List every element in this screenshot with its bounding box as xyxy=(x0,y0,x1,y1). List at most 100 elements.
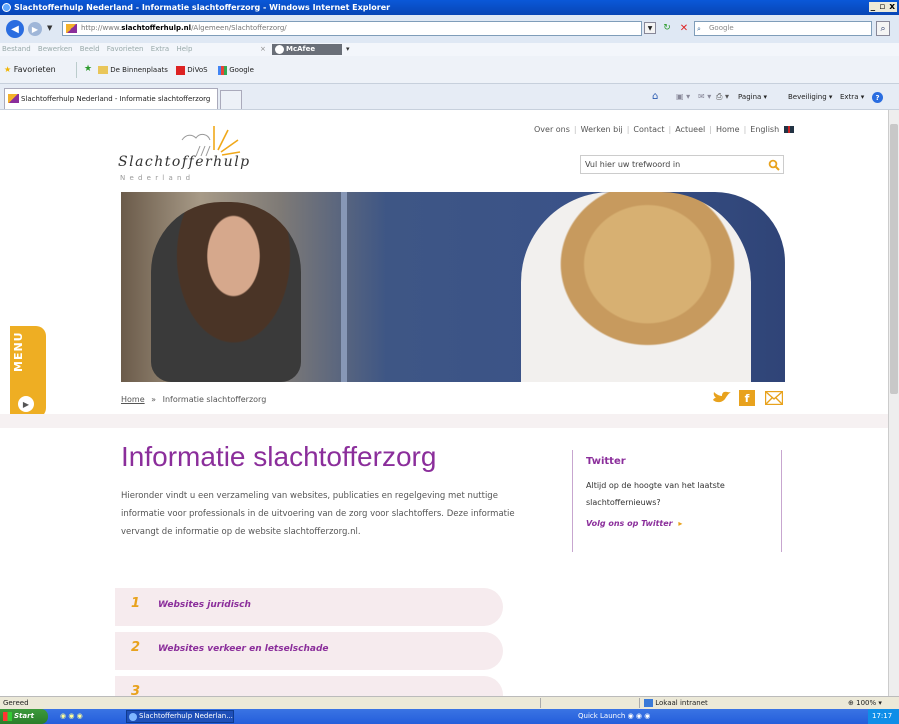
email-share-icon[interactable] xyxy=(765,391,783,405)
zoom-level: 100% xyxy=(856,699,877,707)
page-menu-label: Pagina xyxy=(738,93,762,101)
stop-icon[interactable]: ✕ xyxy=(678,22,690,34)
favorite-label: De Binnenplaats xyxy=(110,66,168,74)
tab-title: Slachtofferhulp Nederland - Informatie s… xyxy=(21,95,211,103)
new-tab-button[interactable] xyxy=(220,90,242,109)
favorite-label: Google xyxy=(229,66,254,74)
menu-item-beeld[interactable]: Beeld xyxy=(80,45,100,53)
browser-tab-active[interactable]: Slachtofferhulp Nederland - Informatie s… xyxy=(4,88,218,109)
url-domain: slachtofferhulp.nl xyxy=(121,24,192,32)
refresh-icon[interactable]: ↻ xyxy=(660,22,674,34)
zoom-control[interactable]: ⊕ 100% ▾ xyxy=(848,697,882,709)
add-favorite-icon[interactable]: ★ xyxy=(84,64,92,74)
nav-english[interactable]: English xyxy=(750,125,779,134)
nav-divider: | xyxy=(573,125,577,134)
taskbar-window-button[interactable]: Slachtofferhulp Nederlan... xyxy=(126,710,234,723)
ie-icon xyxy=(2,3,11,12)
feeds-icon[interactable]: ▣ ▾ xyxy=(676,92,690,101)
list-item-1[interactable]: 1 Websites juridisch xyxy=(115,588,503,626)
menu-bar: Bestand Bewerken Beeld Favorieten Extra … xyxy=(0,43,899,56)
address-input[interactable]: http://www.slachtofferhulp.nl/Algemeen/S… xyxy=(62,21,642,36)
site-logo[interactable]: Slachtofferhulp N e d e r l a n d xyxy=(118,120,258,184)
favorites-label: Favorieten xyxy=(13,65,56,74)
quick-launch-label: Quick Launch xyxy=(578,712,626,720)
browser-search-placeholder: Google xyxy=(709,24,734,32)
minimize-button[interactable]: _ xyxy=(868,2,878,12)
safety-menu[interactable]: Beveiliging ▾ xyxy=(788,93,832,101)
mcafee-dropdown-icon[interactable]: ▾ xyxy=(346,43,350,56)
page-scrollbar[interactable] xyxy=(888,110,899,696)
quicklaunch-icons[interactable]: ◉ ◉ ◉ xyxy=(60,709,83,724)
hero-image xyxy=(121,192,785,382)
page-viewport: Slachtofferhulp N e d e r l a n d Over o… xyxy=(0,110,888,696)
site-search-input[interactable]: Vul hier uw trefwoord in xyxy=(580,155,784,174)
breadcrumb-current: Informatie slachtofferzorg xyxy=(162,395,267,404)
security-zone: Lokaal intranet xyxy=(644,697,708,709)
history-dropdown-icon[interactable]: ▼ xyxy=(47,24,52,32)
menu-item-extra[interactable]: Extra xyxy=(151,45,169,53)
scrollbar-thumb[interactable] xyxy=(890,124,898,394)
quick-launch-toolbar[interactable]: Quick Launch ◉ ◉ ◉ xyxy=(578,709,650,724)
menu-item-help[interactable]: Help xyxy=(176,45,192,53)
menu-item-bewerken[interactable]: Bewerken xyxy=(38,45,73,53)
print-icon[interactable]: ⎙ ▾ xyxy=(716,92,729,102)
tools-menu-label: Extra xyxy=(840,93,859,101)
favorite-link-divos[interactable]: DiVoS xyxy=(176,64,208,76)
top-nav: Over ons | Werken bij | Contact | Actueel | Home… xyxy=(534,125,794,134)
search-engine-icon: ⌕ xyxy=(697,25,701,33)
favorite-link-binnenplaats[interactable]: De Binnenplaats xyxy=(98,64,168,76)
breadcrumb-home[interactable]: Home xyxy=(121,395,145,404)
close-toolbar-icon[interactable]: × xyxy=(260,43,266,56)
menu-tab-label: MENU xyxy=(12,331,25,372)
nav-werken-bij[interactable]: Werken bij xyxy=(581,125,623,134)
menu-side-tab[interactable]: MENU ▶ xyxy=(10,326,46,418)
back-button[interactable]: ◀ xyxy=(6,20,24,38)
favorite-link-google[interactable]: Google xyxy=(218,64,254,76)
close-button[interactable]: x xyxy=(887,2,897,12)
browser-search-input[interactable]: ⌕ Google xyxy=(694,21,872,36)
tab-bar: Slachtofferhulp Nederland - Informatie s… xyxy=(0,84,899,110)
twitter-box: Twitter Altijd op de hoogte van het laat… xyxy=(572,450,782,552)
tools-menu[interactable]: Extra ▾ xyxy=(840,93,864,101)
site-search-placeholder: Vul hier uw trefwoord in xyxy=(585,160,681,169)
nav-divider: | xyxy=(626,125,630,134)
address-dropdown-icon[interactable]: ▼ xyxy=(644,22,656,34)
mail-icon[interactable]: ✉ ▾ xyxy=(698,92,711,101)
list-item-3[interactable]: 3 xyxy=(115,676,503,696)
start-button[interactable]: Start xyxy=(0,709,48,724)
breadcrumb-separator: » xyxy=(151,395,157,404)
security-zone-label: Lokaal intranet xyxy=(655,699,708,707)
favorites-button[interactable]: ★ Favorieten xyxy=(4,64,56,76)
page-menu[interactable]: Pagina ▾ xyxy=(738,93,767,101)
google-icon xyxy=(218,65,227,75)
menu-item-favorieten[interactable]: Favorieten xyxy=(107,45,144,53)
home-icon[interactable]: ⌂ xyxy=(652,91,658,102)
list-item-2[interactable]: 2 Websites verkeer en letselschade xyxy=(115,632,503,670)
sun-logo-icon xyxy=(181,126,241,157)
nav-contact[interactable]: Contact xyxy=(633,125,664,134)
clock: 17:17 xyxy=(872,712,893,720)
twitter-follow-link[interactable]: Volg ons op Twitter ▸ xyxy=(586,519,781,528)
start-label: Start xyxy=(14,712,34,720)
twitter-share-icon[interactable] xyxy=(712,390,732,406)
mcafee-label: McAfee xyxy=(286,45,316,53)
menu-arrow-icon[interactable]: ▶ xyxy=(18,396,34,412)
folder-icon xyxy=(98,66,108,74)
search-go-icon[interactable]: ⌕ xyxy=(876,21,890,36)
mcafee-button[interactable]: McAfee xyxy=(272,44,342,55)
list-item-number: 1 xyxy=(131,596,141,611)
nav-home[interactable]: Home xyxy=(716,125,740,134)
facebook-share-icon[interactable]: f xyxy=(739,390,755,406)
search-icon[interactable] xyxy=(768,159,780,171)
help-icon[interactable]: ? xyxy=(872,92,883,103)
nav-over-ons[interactable]: Over ons xyxy=(534,125,570,134)
site-favicon xyxy=(66,24,77,33)
logo-subtitle: N e d e r l a n d xyxy=(120,174,192,182)
maximize-button[interactable]: ▫ xyxy=(877,2,888,12)
menu-item-bestand[interactable]: Bestand xyxy=(2,45,31,53)
hero-wall-panel xyxy=(341,192,347,382)
divos-icon xyxy=(176,65,185,75)
nav-actueel[interactable]: Actueel xyxy=(675,125,705,134)
zoom-icon: ⊕ xyxy=(848,699,854,707)
forward-button[interactable]: ▶ xyxy=(28,22,42,36)
